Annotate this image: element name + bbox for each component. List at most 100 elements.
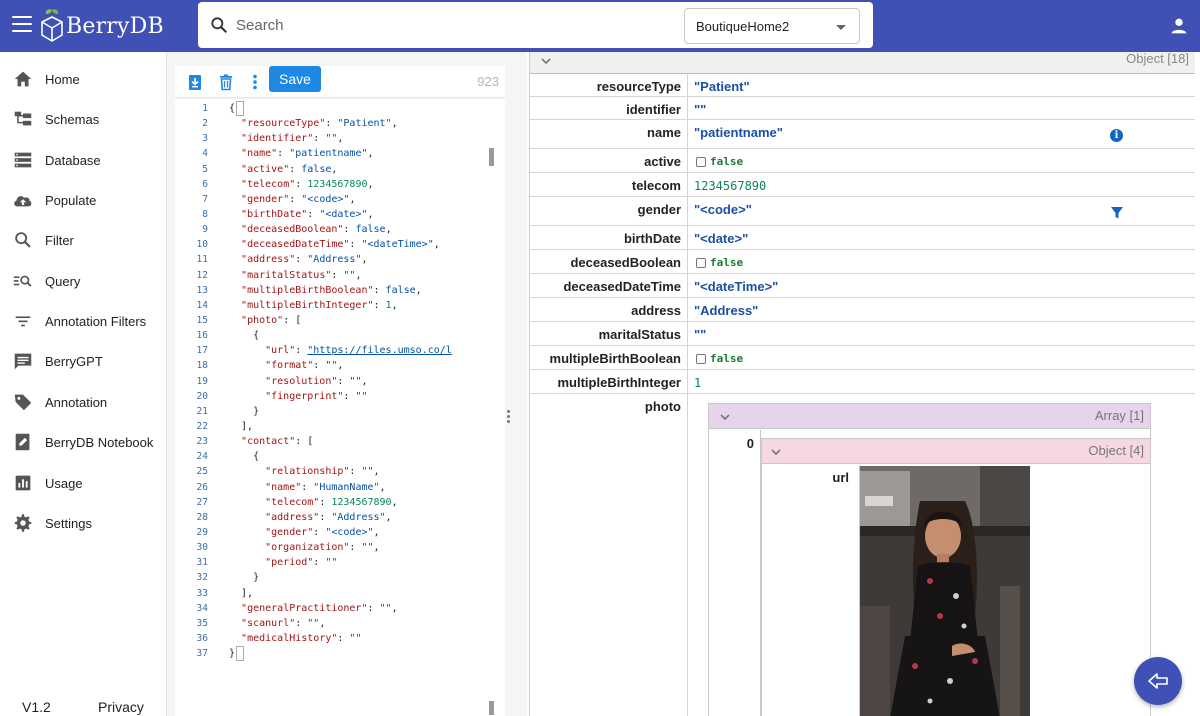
tree-row-address: address "Address" [530,298,1195,322]
sidebar-item-database[interactable]: Database [0,142,166,178]
line-number: 21 [196,405,208,417]
tree-key: maritalStatus [598,327,681,342]
sidebar-item-populate[interactable]: Populate [0,182,166,218]
patient-photo [860,466,1030,716]
line-number: 23 [196,436,208,448]
tree-value[interactable]: "Address" [694,303,758,318]
code-line: } [229,572,260,584]
tree-value[interactable]: "Patient" [694,79,750,94]
sidebar-item-settings[interactable]: Settings [0,505,166,541]
object-label: Object [4] [1088,443,1144,458]
sidebar-item-home[interactable]: Home [0,61,166,97]
line-number: 31 [196,557,208,569]
tree-value[interactable]: "<dateTime>" [694,279,778,294]
tree-value[interactable]: "patientname" [694,125,783,140]
tree-value[interactable]: "" [694,102,706,117]
tree-key: gender [637,202,681,217]
panel-resize-handle[interactable] [505,410,511,426]
tree-key: identifier [626,102,681,117]
sidebar-item-label: BerryDB Notebook [45,434,154,450]
search-icon[interactable] [209,15,229,35]
tree-value[interactable]: 1234567890 [694,179,766,193]
bar-chart-icon [15,475,31,491]
code-lines: { "resourceType": "Patient", "identifier… [229,101,491,661]
tree-key-cell: deceasedBoolean [530,250,688,273]
code-line: ], [229,587,254,599]
line-number: 16 [196,330,208,342]
tree-value-bool[interactable]: false [696,256,743,269]
arrow-back-icon [1148,673,1168,689]
tree-row-telecom: telecom 1234567890 [530,173,1195,197]
code-line: "gender": "<code>", [241,193,356,205]
editor-scrollbar-end[interactable] [489,701,494,715]
checkbox[interactable] [696,156,706,167]
tree-row-deceasedBoolean: deceasedBoolean false [530,250,1195,274]
line-number: 5 [202,163,208,175]
tree-value-bool[interactable]: false [696,352,743,365]
search-input[interactable] [236,12,656,38]
tree-value[interactable]: 1 [694,376,701,390]
bracket-match-marker [236,646,244,661]
line-number: 35 [196,617,208,629]
code-line: "resourceType": "Patient", [241,118,398,130]
search-icon [15,232,31,248]
code-editor[interactable]: 1 2 3 4 5 6 7 8 9 10 11 12 13 14 15 16 17 18 19 20 21 22 23 24 2… [175,99,505,716]
code-line: "multipleBirthBoolean": false, [241,284,422,296]
trash-icon[interactable] [216,72,236,92]
code-line: "period": "" [265,557,338,569]
chevron-down-icon[interactable] [770,446,782,458]
app-version: V1.2 [22,699,51,715]
code-line: "scanurl": "", [241,617,326,629]
code-line: "address": "Address", [241,254,368,266]
chevron-down-icon[interactable] [719,411,731,423]
sidebar-item-schemas[interactable]: Schemas [0,101,166,137]
editor-scrollbar[interactable] [489,148,494,166]
array-header[interactable]: Array [1] [709,404,1150,429]
tree-key-cell: name [530,120,688,148]
database-select[interactable]: BoutiqueHome2 [684,8,860,44]
download-icon[interactable] [185,72,205,92]
line-number: 28 [196,511,208,523]
code-line: "deceasedBoolean": false, [241,224,392,236]
filter-icon[interactable] [1111,207,1123,219]
tree-value[interactable]: "" [694,327,706,342]
line-number-gutter: 1 2 3 4 5 6 7 8 9 10 11 12 13 14 15 16 17 18 19 20 21 22 23 24 2… [175,101,211,661]
array-index-cell: 0 [709,430,761,716]
checkbox[interactable] [696,353,706,364]
menu-icon[interactable] [12,16,32,32]
tree-key: deceasedDateTime [563,279,681,294]
tree-value[interactable]: "<date>" [694,231,748,246]
line-number: 9 [202,224,208,236]
checkbox[interactable] [696,257,706,268]
sidebar: Home Schemas Database Populate Filter Qu… [0,52,167,716]
sidebar-item-berrygpt[interactable]: BerryGPT [0,343,166,379]
chat-icon [14,353,32,370]
chevron-down-icon[interactable] [540,55,552,67]
save-button[interactable]: Save [269,66,321,92]
info-icon[interactable]: i [1110,129,1123,142]
tree-value-bool[interactable]: false [696,155,743,168]
object-header[interactable]: Object [4] [762,439,1150,464]
more-vert-icon[interactable] [245,72,265,92]
back-fab-button[interactable] [1134,657,1182,705]
sidebar-item-usage[interactable]: Usage [0,465,166,501]
app-logo[interactable]: BerryDB [40,8,164,44]
search-bar: BoutiqueHome2 [198,2,873,48]
code-line: "identifier": "", [241,133,344,145]
sidebar-item-annotation-filters[interactable]: Annotation Filters [0,303,166,339]
sidebar-item-berrydb-notebook[interactable]: BerryDB Notebook [0,424,166,460]
tree-key: multipleBirthInteger [557,375,681,390]
tree-row-deceasedDateTime: deceasedDateTime "<dateTime>" [530,274,1195,298]
sidebar-item-label: BerryGPT [45,353,103,369]
line-number: 27 [196,496,208,508]
code-line: "contact": [ [241,436,314,448]
privacy-link[interactable]: Privacy [98,699,144,715]
tree-value: false [710,155,744,168]
sidebar-item-filter[interactable]: Filter [0,222,166,258]
sidebar-item-query[interactable]: Query [0,263,166,299]
account-icon[interactable] [1168,15,1190,37]
line-number: 24 [196,451,208,463]
tree-value[interactable]: "<code>" [694,202,752,217]
tree-root-header[interactable]: Object [18] [530,51,1195,74]
sidebar-item-annotation[interactable]: Annotation [0,384,166,420]
